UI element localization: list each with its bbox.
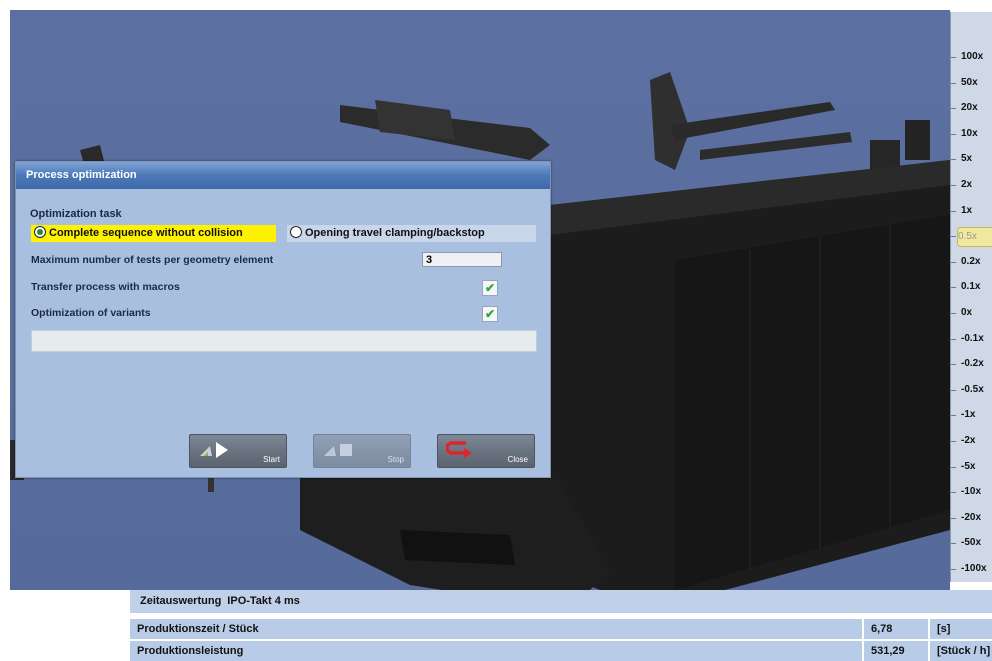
- close-button[interactable]: Close: [437, 434, 535, 468]
- speed-tick: [951, 517, 956, 519]
- speed-option[interactable]: -2x: [961, 432, 992, 450]
- speed-tick: [951, 466, 956, 468]
- speed-tick: [951, 543, 956, 545]
- time-header: Zeitauswertung IPO-Takt 4 ms: [130, 590, 992, 613]
- row-value: 6,78: [864, 619, 928, 639]
- speed-option[interactable]: 2x: [961, 176, 992, 194]
- speed-option[interactable]: 0.5x: [957, 227, 992, 248]
- speed-option[interactable]: 0.1x: [961, 278, 992, 296]
- time-evaluation-panel: Zeitauswertung IPO-Takt 4 ms Produktionsz…: [0, 590, 992, 661]
- radio-selected-icon[interactable]: [34, 226, 46, 238]
- start-label: Start: [263, 455, 280, 464]
- close-label: Close: [507, 455, 528, 464]
- progress-bar: [31, 330, 537, 352]
- stop-button[interactable]: Stop: [313, 434, 411, 468]
- speed-tick: [951, 364, 956, 366]
- speed-option[interactable]: 0.2x: [961, 253, 992, 271]
- speed-tick: [951, 389, 956, 391]
- speed-tick: [951, 210, 956, 212]
- radio-complete-label: Complete sequence without collision: [49, 227, 243, 239]
- transfer-macros-checkbox[interactable]: ✔: [482, 280, 498, 296]
- speed-tick: [951, 441, 956, 442]
- close-arrow-icon: [446, 441, 472, 458]
- speed-tick: [951, 185, 956, 186]
- radio-complete-sequence[interactable]: Complete sequence without collision: [31, 225, 276, 242]
- row-label: Produktionsleistung: [130, 641, 862, 661]
- radio-opening-travel[interactable]: Opening travel clamping/backstop: [287, 225, 536, 242]
- transfer-macros-label: Transfer process with macros: [31, 281, 180, 293]
- speed-option[interactable]: 100x: [961, 48, 992, 66]
- speed-tick: [951, 133, 956, 135]
- speed-scale: 100x 50x 20x 10x 5x 2x 1x 0.5x 0.2x 0.1x 0x -0.1x -0…: [950, 12, 992, 582]
- speed-option[interactable]: -0.1x: [961, 330, 992, 348]
- speed-option[interactable]: -5x: [961, 458, 992, 476]
- speed-option[interactable]: 0x: [961, 304, 992, 322]
- speed-tick: [951, 313, 956, 314]
- radio-opening-label: Opening travel clamping/backstop: [305, 227, 485, 239]
- variants-label: Optimization of variants: [31, 307, 151, 319]
- speed-tick: [951, 108, 956, 110]
- speed-option[interactable]: 1x: [961, 202, 992, 220]
- speed-tick: [951, 569, 956, 570]
- speed-tick: [951, 338, 956, 340]
- max-tests-label: Maximum number of tests per geometry ele…: [31, 254, 274, 266]
- speed-option[interactable]: -0.2x: [961, 355, 992, 373]
- speed-option[interactable]: 5x: [961, 150, 992, 168]
- row-unit: [Stück / h]: [930, 641, 992, 661]
- row-label: Produktionszeit / Stück: [130, 619, 862, 639]
- speed-tick: [951, 82, 956, 84]
- dialog-title: Process optimization: [16, 162, 550, 189]
- time-header-title: Zeitauswertung: [140, 595, 222, 607]
- row-unit: [s]: [930, 619, 992, 639]
- speed-tick: [951, 236, 956, 238]
- speed-tick: [951, 261, 956, 263]
- speed-option[interactable]: -1x: [961, 406, 992, 424]
- optimization-task-label: Optimization task: [30, 208, 122, 220]
- radio-unselected-icon[interactable]: [290, 226, 302, 238]
- row-value: 531,29: [864, 641, 928, 661]
- speed-tick: [951, 492, 956, 494]
- speed-option[interactable]: 20x: [961, 99, 992, 117]
- speed-tick: [951, 159, 956, 161]
- ipo-label: IPO-Takt 4 ms: [227, 595, 300, 607]
- start-button[interactable]: Start: [189, 434, 287, 468]
- stop-label: Stop: [387, 455, 404, 464]
- variants-checkbox[interactable]: ✔: [482, 306, 498, 322]
- speed-option[interactable]: -20x: [961, 509, 992, 527]
- speed-tick: [951, 57, 956, 58]
- max-tests-input[interactable]: 3: [422, 252, 502, 267]
- speed-option[interactable]: -100x: [961, 560, 992, 578]
- process-optimization-dialog: Process optimization Optimization task C…: [15, 161, 551, 478]
- start-play-icon: [200, 442, 228, 458]
- speed-tick: [951, 287, 956, 289]
- stop-square-icon: [324, 444, 352, 456]
- speed-option[interactable]: -10x: [961, 483, 992, 501]
- speed-option[interactable]: 50x: [961, 74, 992, 92]
- speed-option[interactable]: -0.5x: [961, 381, 992, 399]
- speed-tick: [951, 415, 956, 417]
- speed-option[interactable]: -50x: [961, 534, 992, 552]
- speed-option[interactable]: 10x: [961, 125, 992, 143]
